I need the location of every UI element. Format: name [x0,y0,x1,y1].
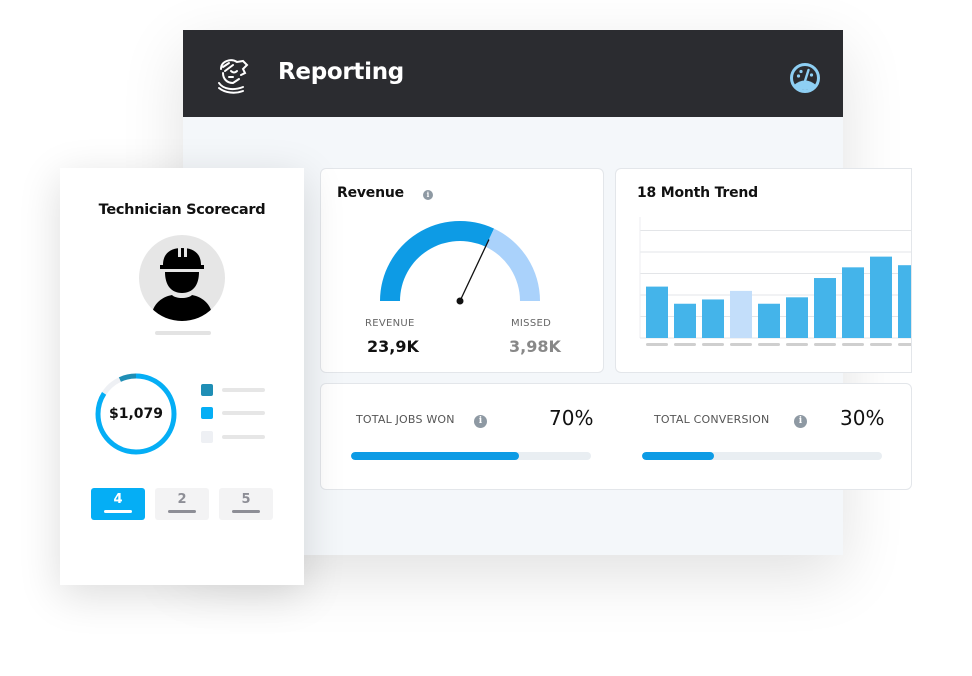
x-tick-label-placeholder [814,343,836,346]
jobs-won-progress-fill [351,452,519,460]
missed-value: 3,98K [509,337,561,356]
knight-helmet-logo-icon [218,59,249,94]
avatar [139,235,225,321]
conversion-progress [642,452,882,460]
tab-label: 5 [241,492,251,507]
revenue-title: Revenue [337,185,404,201]
legend-label-placeholder [222,388,265,392]
legend-swatch [201,384,213,396]
tab-underline [232,510,260,513]
stats-card: TOTAL JOBS WON i 70% TOTAL CONVERSION i … [320,383,912,490]
dashboard-gauge-icon[interactable] [789,62,821,94]
trend-chart [639,217,912,346]
tab-label: 4 [113,492,123,507]
missed-label: MISSED [511,318,552,329]
gauge-revenue-arc [380,221,495,301]
tab-underline [104,510,132,513]
x-tick-label-placeholder [702,343,724,346]
legend-swatch [201,431,213,443]
x-tick-label-placeholder [898,343,912,346]
trend-bar[interactable] [702,299,724,338]
gauge-needle [459,239,490,302]
trend-bar[interactable] [730,290,752,338]
score-tab-1[interactable]: 4 [91,488,145,520]
x-tick-label-placeholder [870,343,892,346]
jobs-won-progress [351,452,591,460]
conversion-label: TOTAL CONVERSION [654,413,770,426]
x-tick-label-placeholder [758,343,780,346]
trend-bar[interactable] [758,303,780,338]
trend-card: 18 Month Trend [615,168,912,373]
jobs-won-label: TOTAL JOBS WON [356,413,455,426]
name-placeholder [155,331,211,335]
revenue-value: 23,9K [367,337,419,356]
info-icon[interactable]: i [794,415,807,428]
x-tick-label-placeholder [674,343,696,346]
trend-bar[interactable] [814,278,836,338]
revenue-label: REVENUE [365,318,415,329]
trend-bar[interactable] [786,297,808,338]
revenue-gauge [380,221,540,305]
score-tab-2[interactable]: 2 [155,488,209,520]
x-tick-label-placeholder [786,343,808,346]
x-tick-label-placeholder [646,343,668,346]
technician-scorecard: Technician Scorecard $1,079 4 2 5 [60,168,304,585]
conversion-progress-fill [642,452,714,460]
page-title: Reporting [278,59,404,85]
info-icon[interactable]: i [423,190,433,200]
tab-label: 2 [177,492,187,507]
info-icon[interactable]: i [474,415,487,428]
donut-value: $1,079 [108,406,164,422]
trend-bar[interactable] [674,303,696,338]
score-tab-3[interactable]: 5 [219,488,273,520]
trend-bar[interactable] [898,265,912,338]
tab-underline [168,510,196,513]
trend-bar[interactable] [646,286,668,338]
conversion-value: 30% [840,406,885,430]
gauge-hub [456,297,464,305]
technician-hardhat-icon [151,247,213,321]
legend-label-placeholder [222,435,265,439]
top-bar: Reporting [183,30,843,117]
trend-bar[interactable] [842,267,864,338]
jobs-won-value: 70% [549,406,594,430]
scorecard-title: Technician Scorecard [98,202,266,218]
x-tick-label-placeholder [730,343,752,346]
legend-label-placeholder [222,411,265,415]
trend-bar[interactable] [870,256,892,338]
legend-swatch [201,407,213,419]
x-tick-label-placeholder [842,343,864,346]
gauge-missed-arc [485,228,540,301]
revenue-card: Revenue i REVENUE 23,9K MISSED 3,98K [320,168,604,373]
